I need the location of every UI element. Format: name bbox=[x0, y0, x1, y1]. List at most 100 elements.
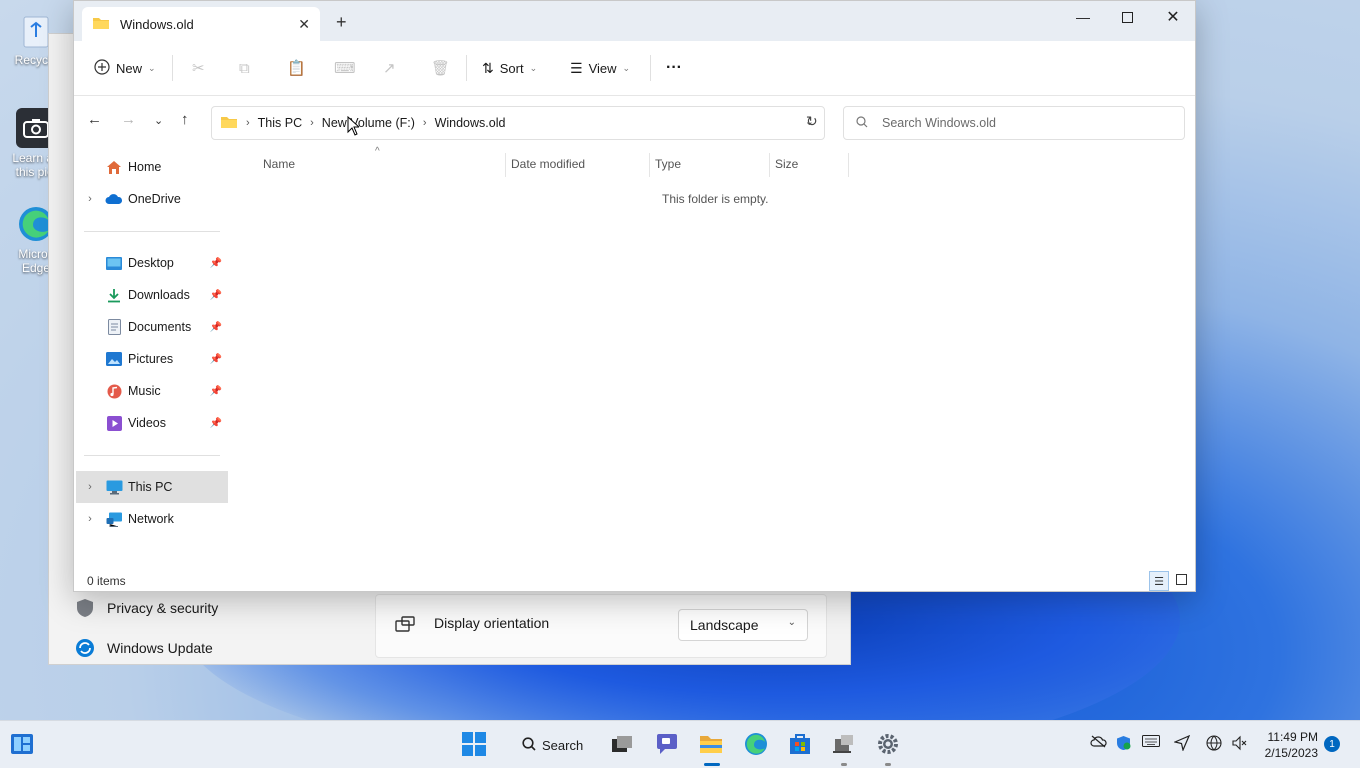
keyboard-icon[interactable] bbox=[1142, 735, 1160, 750]
maximize-button[interactable] bbox=[1104, 1, 1150, 33]
sidebar-item-desktop[interactable]: Desktop 📌 bbox=[76, 247, 228, 279]
sidebar-item-this-pc[interactable]: › This PC bbox=[76, 471, 228, 503]
sidebar-item-pictures[interactable]: Pictures 📌 bbox=[76, 343, 228, 375]
file-explorer-taskbar-button[interactable] bbox=[699, 733, 723, 757]
sidebar-item-network[interactable]: › Network bbox=[76, 503, 228, 535]
arrow-right-icon: → bbox=[121, 111, 136, 128]
cut-button[interactable]: ✂ bbox=[192, 56, 205, 80]
chevron-right-icon[interactable]: › bbox=[76, 481, 104, 493]
forward-button[interactable]: → bbox=[121, 111, 136, 128]
details-view-button[interactable]: ☰ bbox=[1149, 571, 1169, 591]
network-globe-icon[interactable] bbox=[1206, 735, 1222, 754]
details-view-icon: ☰ bbox=[1154, 575, 1164, 588]
display-orientation-select[interactable]: Landscape ⌄ bbox=[678, 609, 808, 641]
sidebar-item-home[interactable]: Home bbox=[76, 151, 228, 183]
address-bar[interactable]: › This PC › New Volume (F:) › Windows.ol… bbox=[211, 106, 825, 140]
share-button[interactable]: ↗ bbox=[383, 56, 396, 80]
trash-icon: 🗑 bbox=[431, 60, 451, 77]
sidebar-item-downloads[interactable]: Downloads 📌 bbox=[76, 279, 228, 311]
chevron-down-icon: ⌄ bbox=[154, 115, 164, 127]
tiles-view-button[interactable] bbox=[1171, 571, 1191, 591]
sort-button[interactable]: ⇅ Sort ⌄ bbox=[482, 56, 537, 80]
notification-badge[interactable]: 1 bbox=[1324, 736, 1340, 752]
clock-date: 2/15/2023 bbox=[1264, 746, 1318, 760]
breadcrumb-new-volume[interactable]: New Volume (F:) bbox=[322, 116, 415, 130]
breadcrumb-windows-old[interactable]: Windows.old bbox=[435, 116, 506, 130]
search-input[interactable]: Search Windows.old bbox=[882, 116, 996, 130]
more-options-button[interactable]: ··· bbox=[666, 56, 682, 80]
pin-icon[interactable]: 📌 bbox=[210, 322, 222, 333]
column-divider bbox=[769, 153, 770, 177]
copy-button[interactable]: ⧉ bbox=[239, 56, 250, 80]
edge-taskbar-button[interactable] bbox=[744, 732, 768, 759]
chat-icon bbox=[655, 733, 679, 758]
breadcrumb-chevron-icon: › bbox=[422, 117, 427, 129]
new-button[interactable]: New ⌄ bbox=[94, 56, 156, 80]
back-button[interactable]: ← bbox=[87, 111, 102, 128]
rename-button[interactable]: ⌨ bbox=[334, 56, 356, 80]
settings-nav-privacy[interactable]: Privacy & security bbox=[75, 598, 218, 618]
column-divider bbox=[848, 153, 849, 177]
edge-icon bbox=[744, 732, 768, 759]
settings-taskbar-button[interactable] bbox=[876, 733, 900, 757]
delete-button[interactable]: 🗑 bbox=[431, 56, 450, 80]
sidebar-item-videos[interactable]: Videos 📌 bbox=[76, 407, 228, 439]
running-app-indicator bbox=[885, 763, 891, 766]
security-shield-icon[interactable] bbox=[1116, 735, 1131, 754]
arrow-left-icon: ← bbox=[87, 111, 102, 128]
rename-icon: ⌨ bbox=[334, 60, 356, 77]
music-icon bbox=[104, 383, 124, 399]
chevron-down-icon: ⌄ bbox=[148, 62, 156, 73]
onedrive-offline-icon[interactable] bbox=[1090, 735, 1107, 751]
share-icon: ↗ bbox=[383, 60, 396, 77]
close-window-button[interactable]: ✕ bbox=[1150, 1, 1196, 33]
start-button[interactable] bbox=[462, 731, 486, 757]
pin-icon[interactable]: 📌 bbox=[210, 258, 222, 269]
sidebar-item-documents[interactable]: Documents 📌 bbox=[76, 311, 228, 343]
location-icon[interactable] bbox=[1173, 734, 1191, 754]
close-tab-icon[interactable]: ✕ bbox=[298, 16, 310, 33]
new-button-label: New bbox=[116, 60, 143, 76]
pin-icon[interactable]: 📌 bbox=[210, 354, 222, 365]
taskbar-search-button[interactable]: Search bbox=[508, 729, 604, 761]
settings-nav-windows-update[interactable]: Windows Update bbox=[75, 638, 213, 658]
sidebar-item-label: Documents bbox=[128, 320, 192, 334]
sidebar-item-label: OneDrive bbox=[128, 192, 181, 206]
teams-chat-button[interactable] bbox=[655, 733, 679, 757]
toolbar-divider bbox=[466, 55, 467, 81]
up-button[interactable]: ↑ bbox=[181, 111, 189, 128]
minimize-button[interactable]: — bbox=[1060, 1, 1106, 33]
recent-locations-button[interactable]: ⌄ bbox=[154, 114, 163, 127]
document-icon bbox=[104, 319, 124, 335]
search-box[interactable]: Search Windows.old bbox=[843, 106, 1185, 140]
pin-icon[interactable]: 📌 bbox=[210, 290, 222, 301]
store-taskbar-button[interactable] bbox=[788, 733, 812, 757]
paste-button[interactable]: 📋 bbox=[287, 56, 306, 80]
tab-windows-old[interactable]: Windows.old ✕ bbox=[82, 7, 320, 41]
sidebar-item-onedrive[interactable]: › OneDrive bbox=[76, 183, 228, 215]
volume-muted-icon[interactable] bbox=[1232, 735, 1248, 754]
breadcrumb-this-pc[interactable]: This PC bbox=[258, 116, 302, 130]
widgets-button[interactable] bbox=[10, 733, 34, 757]
running-app-indicator bbox=[841, 763, 847, 766]
pin-icon[interactable]: 📌 bbox=[210, 418, 222, 429]
orientation-icon bbox=[394, 615, 416, 638]
pin-icon[interactable]: 📌 bbox=[210, 386, 222, 397]
column-header-size[interactable]: Size bbox=[775, 157, 798, 171]
view-button[interactable]: ☰ View ⌄ bbox=[570, 56, 630, 80]
app-taskbar-button[interactable] bbox=[832, 733, 856, 757]
column-header-date-modified[interactable]: Date modified bbox=[511, 157, 585, 171]
tiles-view-icon bbox=[1175, 574, 1187, 588]
column-header-name[interactable]: Name bbox=[263, 157, 295, 171]
refresh-button[interactable]: ↻ bbox=[806, 113, 818, 130]
new-tab-button[interactable]: + bbox=[336, 12, 347, 33]
sidebar-item-label: Downloads bbox=[128, 288, 190, 302]
sidebar-item-music[interactable]: Music 📌 bbox=[76, 375, 228, 407]
search-icon bbox=[856, 115, 868, 131]
task-view-button[interactable] bbox=[610, 733, 634, 757]
chevron-right-icon[interactable]: › bbox=[76, 513, 104, 525]
column-divider bbox=[505, 153, 506, 177]
chevron-right-icon[interactable]: › bbox=[76, 193, 104, 205]
column-header-type[interactable]: Type bbox=[655, 157, 681, 171]
system-clock[interactable]: 11:49 PM 2/15/2023 bbox=[1258, 729, 1318, 761]
